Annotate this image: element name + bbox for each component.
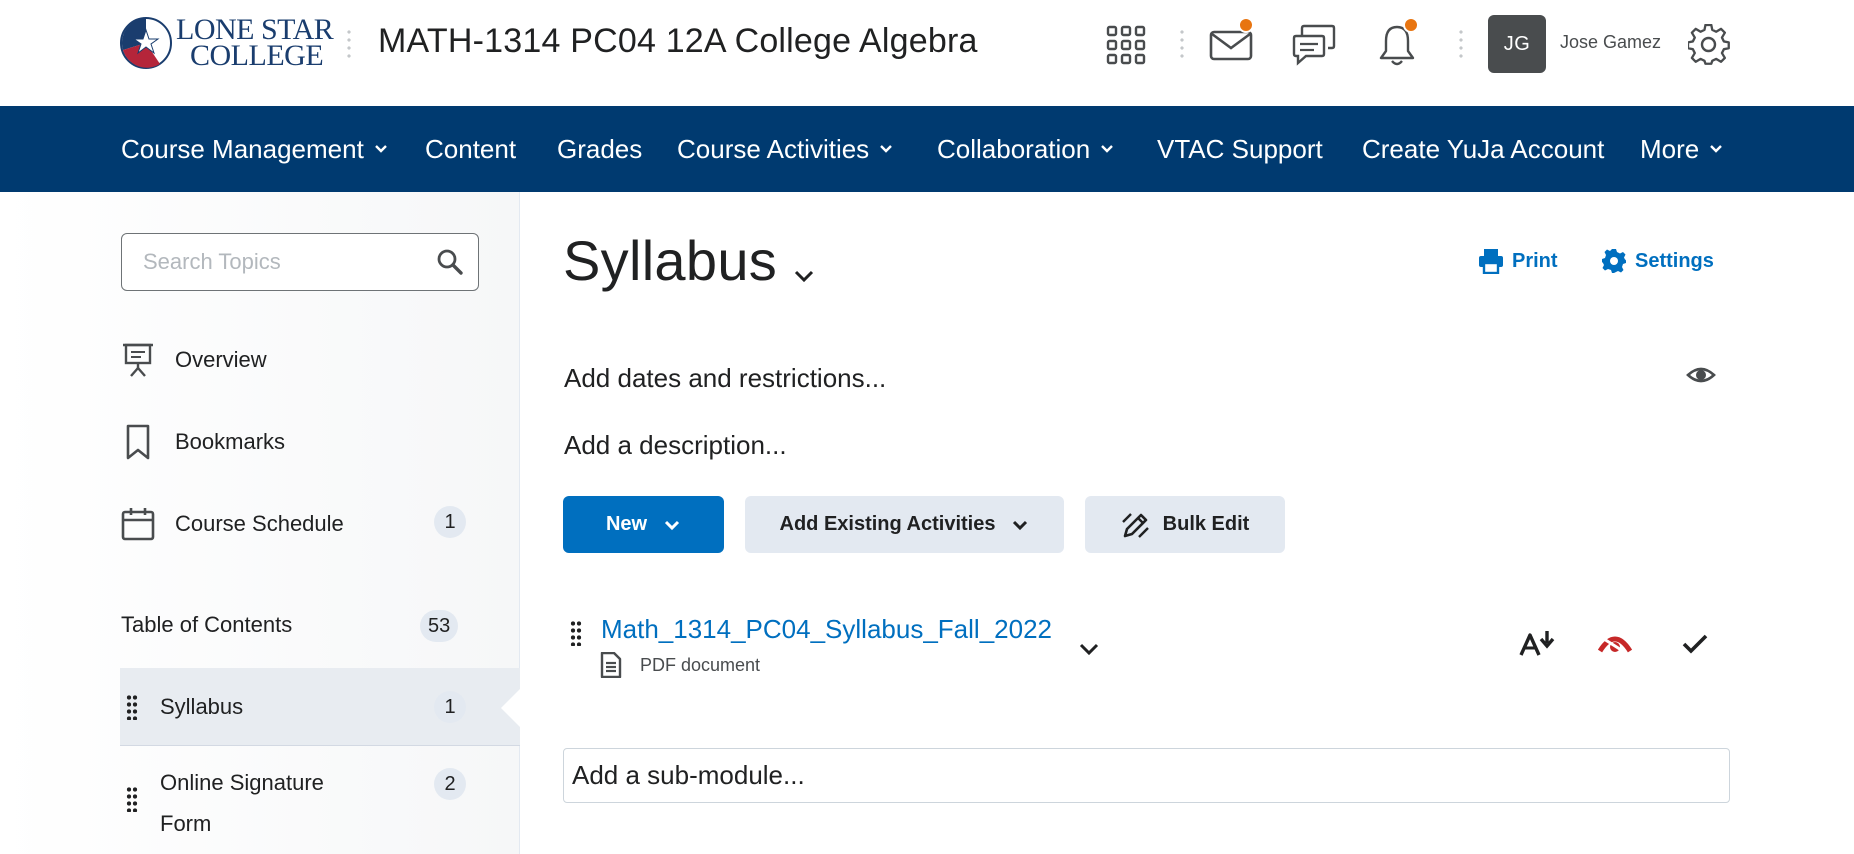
bookmark-icon — [121, 424, 155, 460]
toc-module-online-signature-form[interactable]: Online Signature Form 2 — [120, 746, 520, 854]
chat-icon[interactable] — [1291, 22, 1337, 68]
add-dates-restrictions-link[interactable]: Add dates and restrictions... — [564, 363, 886, 394]
pencil-edit-icon — [1121, 512, 1149, 538]
new-button-label: New — [605, 513, 648, 535]
bulk-edit-label: Bulk Edit — [1162, 513, 1250, 535]
nav-grades[interactable]: Grades — [557, 106, 642, 192]
eye-visibility-icon[interactable] — [1686, 362, 1716, 388]
course-schedule-count-badge: 1 — [434, 506, 466, 538]
course-title[interactable]: MATH-1314 PC04 12A College Algebra — [378, 22, 978, 61]
bulk-edit-button[interactable]: Bulk Edit — [1085, 496, 1285, 553]
print-button[interactable]: Print — [1478, 248, 1558, 274]
search-topics-box[interactable] — [121, 233, 479, 291]
header-divider — [1459, 28, 1463, 62]
lone-star-college-logo[interactable]: LONE STAR COLLEGE — [120, 15, 334, 72]
printer-icon — [1479, 249, 1503, 274]
college-seal-icon — [120, 17, 172, 69]
nav-label: Grades — [557, 133, 643, 164]
gear-icon — [1602, 249, 1626, 273]
sidebar-item-course-schedule[interactable]: Course Schedule — [121, 506, 344, 542]
header-divider — [347, 28, 351, 62]
search-icon[interactable] — [436, 248, 464, 276]
gear-icon[interactable] — [1686, 22, 1732, 68]
bell-notification-badge — [1403, 17, 1419, 33]
toc-count-badge: 53 — [420, 610, 459, 642]
content-sidebar: Overview Bookmarks Course Schedule 1 Tab… — [0, 192, 520, 854]
table-of-contents-label[interactable]: Table of Contents — [121, 612, 292, 638]
chevron-down-icon — [1710, 145, 1723, 153]
new-button[interactable]: New — [563, 496, 724, 553]
syllabus-pdf-link[interactable]: Math_1314_PC04_Syllabus_Fall_2022 — [601, 614, 1052, 645]
user-avatar[interactable]: JG — [1488, 15, 1546, 73]
drag-handle-icon[interactable] — [126, 694, 138, 720]
module-count-badge: 2 — [434, 768, 466, 800]
nav-label: More — [1640, 133, 1700, 164]
nav-course-activities[interactable]: Course Activities — [677, 106, 893, 192]
add-description-link[interactable]: Add a description... — [564, 430, 787, 461]
search-input[interactable] — [143, 249, 423, 275]
calendar-icon — [121, 506, 155, 542]
sidebar-item-label: Course Schedule — [175, 511, 344, 536]
item-chevron-down-icon[interactable] — [1078, 638, 1100, 660]
nav-course-management[interactable]: Course Management — [121, 106, 388, 192]
nav-label: Course Management — [121, 133, 364, 164]
chevron-down-icon — [1013, 520, 1028, 530]
chevron-down-icon — [665, 520, 680, 530]
selected-module-pointer — [501, 688, 521, 728]
module-label-line-1: Online Signature — [160, 770, 324, 795]
item-type-label: PDF document — [640, 654, 761, 675]
drag-handle-icon[interactable] — [126, 786, 138, 812]
title-chevron-down-icon[interactable] — [793, 265, 815, 287]
document-icon — [600, 652, 622, 678]
settings-button[interactable]: Settings — [1601, 248, 1714, 274]
user-name[interactable]: Jose Gamez — [1560, 32, 1661, 53]
drag-handle-icon[interactable] — [570, 620, 582, 646]
apps-grid-icon[interactable] — [1103, 22, 1149, 68]
nav-content[interactable]: Content — [425, 106, 516, 192]
nav-label: Create YuJa Account — [1362, 133, 1605, 164]
sidebar-item-label: Bookmarks — [175, 429, 286, 454]
logo-line-2: COLLEGE — [190, 39, 324, 72]
chevron-down-icon — [374, 145, 387, 153]
module-count-badge: 1 — [434, 691, 466, 723]
add-existing-activities-button[interactable]: Add Existing Activities — [745, 496, 1064, 553]
header-divider — [1180, 28, 1184, 62]
nav-collaboration[interactable]: Collaboration — [937, 106, 1114, 192]
toc-module-syllabus[interactable]: Syllabus 1 — [120, 668, 520, 746]
nav-label: Collaboration — [937, 133, 1091, 164]
add-submodule-input[interactable]: Add a sub-module... — [563, 748, 1730, 803]
text-download-icon[interactable] — [1519, 624, 1559, 664]
module-label: Syllabus — [160, 694, 244, 719]
print-label: Print — [1512, 249, 1558, 272]
module-label-line-2: Form — [160, 811, 212, 836]
mail-notification-badge — [1238, 17, 1254, 33]
sidebar-item-overview[interactable]: Overview — [121, 342, 267, 378]
nav-label: VTAC Support — [1157, 133, 1323, 164]
checkmark-icon[interactable] — [1675, 624, 1715, 664]
visibility-hidden-icon[interactable] — [1595, 624, 1635, 664]
add-existing-label: Add Existing Activities — [779, 513, 996, 535]
nav-label: Content — [425, 133, 517, 164]
nav-more[interactable]: More — [1640, 106, 1723, 192]
sidebar-item-label: Overview — [175, 347, 267, 372]
nav-create-yuja-account[interactable]: Create YuJa Account — [1362, 106, 1604, 192]
chevron-down-icon — [880, 145, 893, 153]
logo-wordmark: LONE STAR COLLEGE — [176, 15, 334, 72]
chevron-down-icon — [1101, 145, 1114, 153]
course-navbar: Course Management Content Grades Course … — [0, 106, 1854, 192]
presentation-icon — [121, 342, 155, 378]
settings-label: Settings — [1635, 249, 1714, 272]
sidebar-item-bookmarks[interactable]: Bookmarks — [121, 424, 285, 460]
nav-vtac-support[interactable]: VTAC Support — [1157, 106, 1323, 192]
nav-label: Course Activities — [677, 133, 870, 164]
top-header: LONE STAR COLLEGE MATH-1314 PC04 12A Col… — [0, 0, 1854, 106]
item-type-row: PDF document — [600, 652, 760, 678]
page-title: Syllabus — [563, 229, 778, 292]
